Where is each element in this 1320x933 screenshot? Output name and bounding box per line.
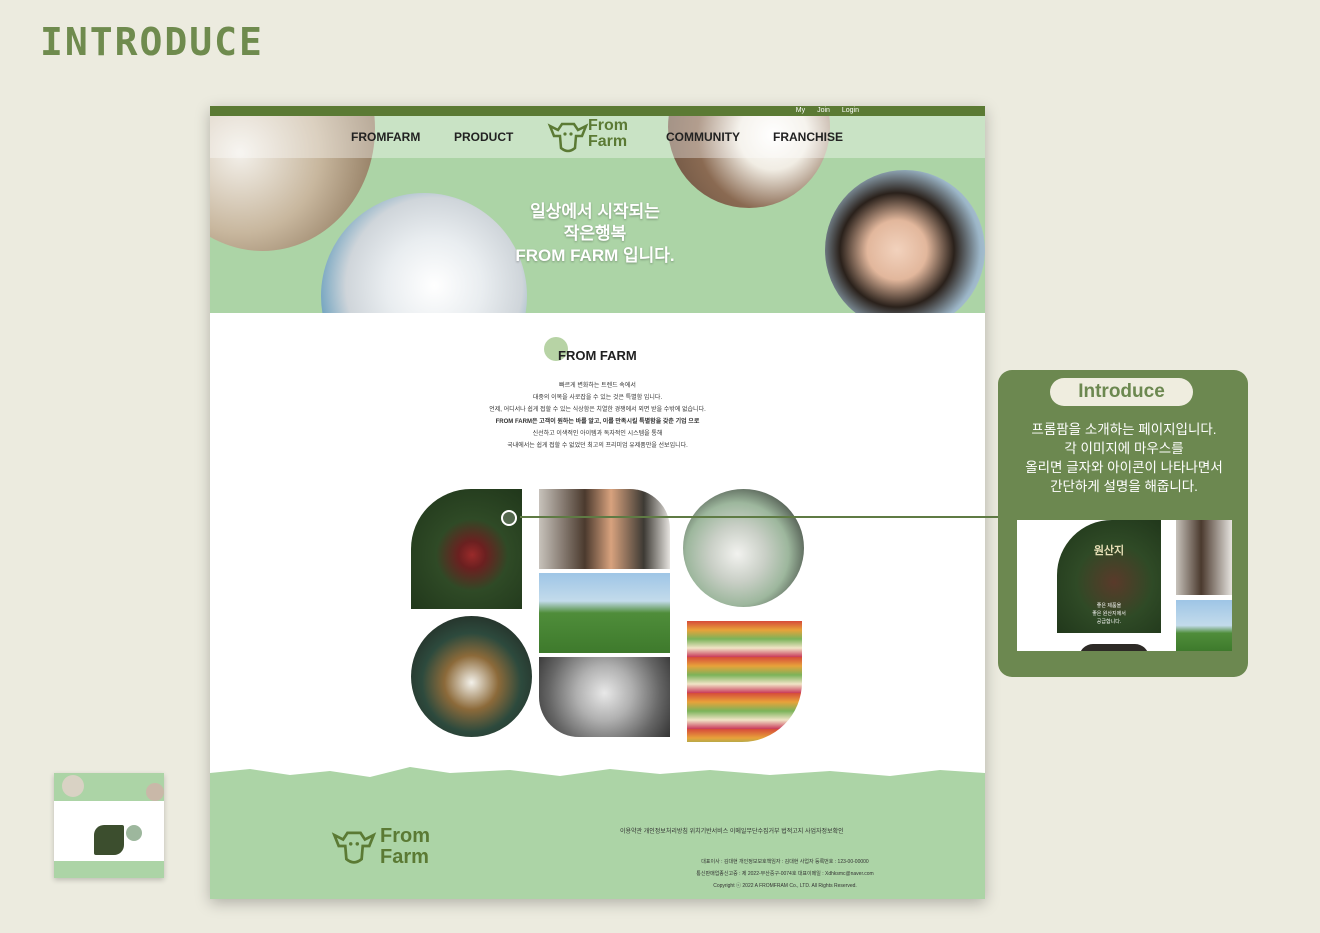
page-thumbnail (54, 773, 164, 878)
preview-tile-cow (1176, 600, 1232, 651)
tile-barista[interactable] (539, 489, 670, 569)
logo-line-2: Farm (588, 133, 628, 150)
paragraph-line: 신선하고 이색적인 아이템과 독자적인 시스템을 통해 (532, 431, 663, 437)
footer-info-1: 대표이사 : 김대현 개인정보보호책임자 : 김대현 사업자 등록번호 : 12… (701, 859, 869, 865)
callout-description: 프롬팜을 소개하는 페이지입니다. 각 이미지에 마우스를 올리면 글자와 아이… (1008, 420, 1240, 496)
callout-preview-image: 원산지 좋은 제품을 좋은 원산지에서 공급합니다. (1017, 520, 1232, 651)
hero-slogan: 일상에서 시작되는 작은행복 FROM FARM 입니다. (495, 201, 695, 267)
footer-info-2: 통신판매업종신고증 : 제 2022-부산중구-0074호 대표이메일 : Xd… (696, 871, 874, 877)
footer-logo-line-2: Farm (380, 846, 429, 868)
hover-indicator-icon (501, 510, 517, 526)
utility-bar (210, 106, 985, 116)
tile-cow[interactable] (539, 573, 670, 653)
logo-line-1: From (588, 117, 628, 134)
login-link[interactable]: Login (842, 107, 859, 114)
hero-photo-child (825, 170, 985, 313)
callout-desc-line: 프롬팜을 소개하는 페이지입니다. (1031, 422, 1217, 437)
preview-line: 좋은 원산지에서 (1092, 611, 1126, 617)
preview-title: 원산지 (1093, 545, 1125, 557)
preview-line: 공급합니다. (1096, 619, 1122, 625)
preview-line: 좋은 제품을 (1096, 603, 1122, 609)
nav-franchise[interactable]: FRANCHISE (773, 130, 843, 144)
nav-fromfarm[interactable]: FROMFARM (351, 130, 420, 144)
callout-connector-line (520, 516, 998, 518)
preview-text: 좋은 제품을 좋은 원산지에서 공급합니다. (1057, 602, 1161, 626)
callout-desc-line: 간단하게 설명을 해줍니다. (1050, 479, 1198, 494)
callout-desc-line: 올리면 글자와 아이콘이 나타나면서 (1025, 460, 1223, 475)
callout-title: Introduce (1050, 378, 1193, 406)
paragraph-line: 언제, 어디서나 쉽게 접할 수 있는 식상함은 치열한 경쟁에서 외면 받을 … (489, 407, 706, 413)
tile-baby-feet[interactable] (539, 657, 670, 737)
paragraph-line: 국내에서는 쉽게 접할 수 없었던 최고의 프리미엄 유제품만을 선보입니다. (507, 443, 688, 449)
footer-copyright: Copyright ⓒ 2022 A FROMFRAM Co., LTD. Al… (713, 883, 857, 889)
intro-paragraph: 빠르게 변화하는 트렌드 속에서 대중의 이목을 사로잡을 수 있는 것은 특별… (460, 380, 735, 452)
tile-coffee-cherries[interactable] (411, 489, 522, 609)
nav-product[interactable]: PRODUCT (454, 130, 513, 144)
preview-tile-partial (1079, 644, 1149, 651)
paragraph-line: 대중의 이목을 사로잡을 수 있는 것은 특별함 입니다. (532, 395, 663, 401)
callout-desc-line: 각 이미지에 마우스를 (1064, 441, 1184, 456)
hero-line-2: 작은행복 (563, 224, 627, 243)
header-logo[interactable]: From Farm (546, 118, 628, 159)
paragraph-line: 빠르게 변화하는 트렌드 속에서 (559, 383, 636, 389)
tile-market-shelf[interactable] (687, 621, 802, 742)
tile-coffee-cups[interactable] (411, 616, 532, 737)
my-link[interactable]: My (796, 107, 805, 114)
utility-links: My Join Login (786, 106, 859, 116)
page-heading: INTRODUCE (40, 20, 264, 64)
tile-pour-milk[interactable] (683, 489, 804, 607)
nav-community[interactable]: COMMUNITY (666, 130, 740, 144)
footer-logo[interactable]: From Farm (330, 824, 430, 873)
cow-icon (331, 831, 377, 864)
footer-logo-line-1: From (380, 825, 430, 847)
hero-line-1: 일상에서 시작되는 (530, 202, 660, 221)
section-title: FROM FARM (558, 348, 637, 363)
preview-tile-barista (1176, 520, 1232, 595)
join-link[interactable]: Join (817, 107, 830, 114)
website-mockup: 일상에서 시작되는 작은행복 FROM FARM 입니다. My Join Lo… (210, 106, 985, 899)
footer-links[interactable]: 이용약관 개인정보처리방침 위치기반서비스 이메일무단수집거부 법적고지 사업자… (620, 826, 844, 835)
cow-icon (547, 122, 589, 153)
hero-line-3: FROM FARM 입니다. (515, 246, 675, 265)
paragraph-line: FROM FARM은 고객이 원하는 바를 알고, 이를 만족시킬 특별함을 갖… (495, 419, 700, 425)
